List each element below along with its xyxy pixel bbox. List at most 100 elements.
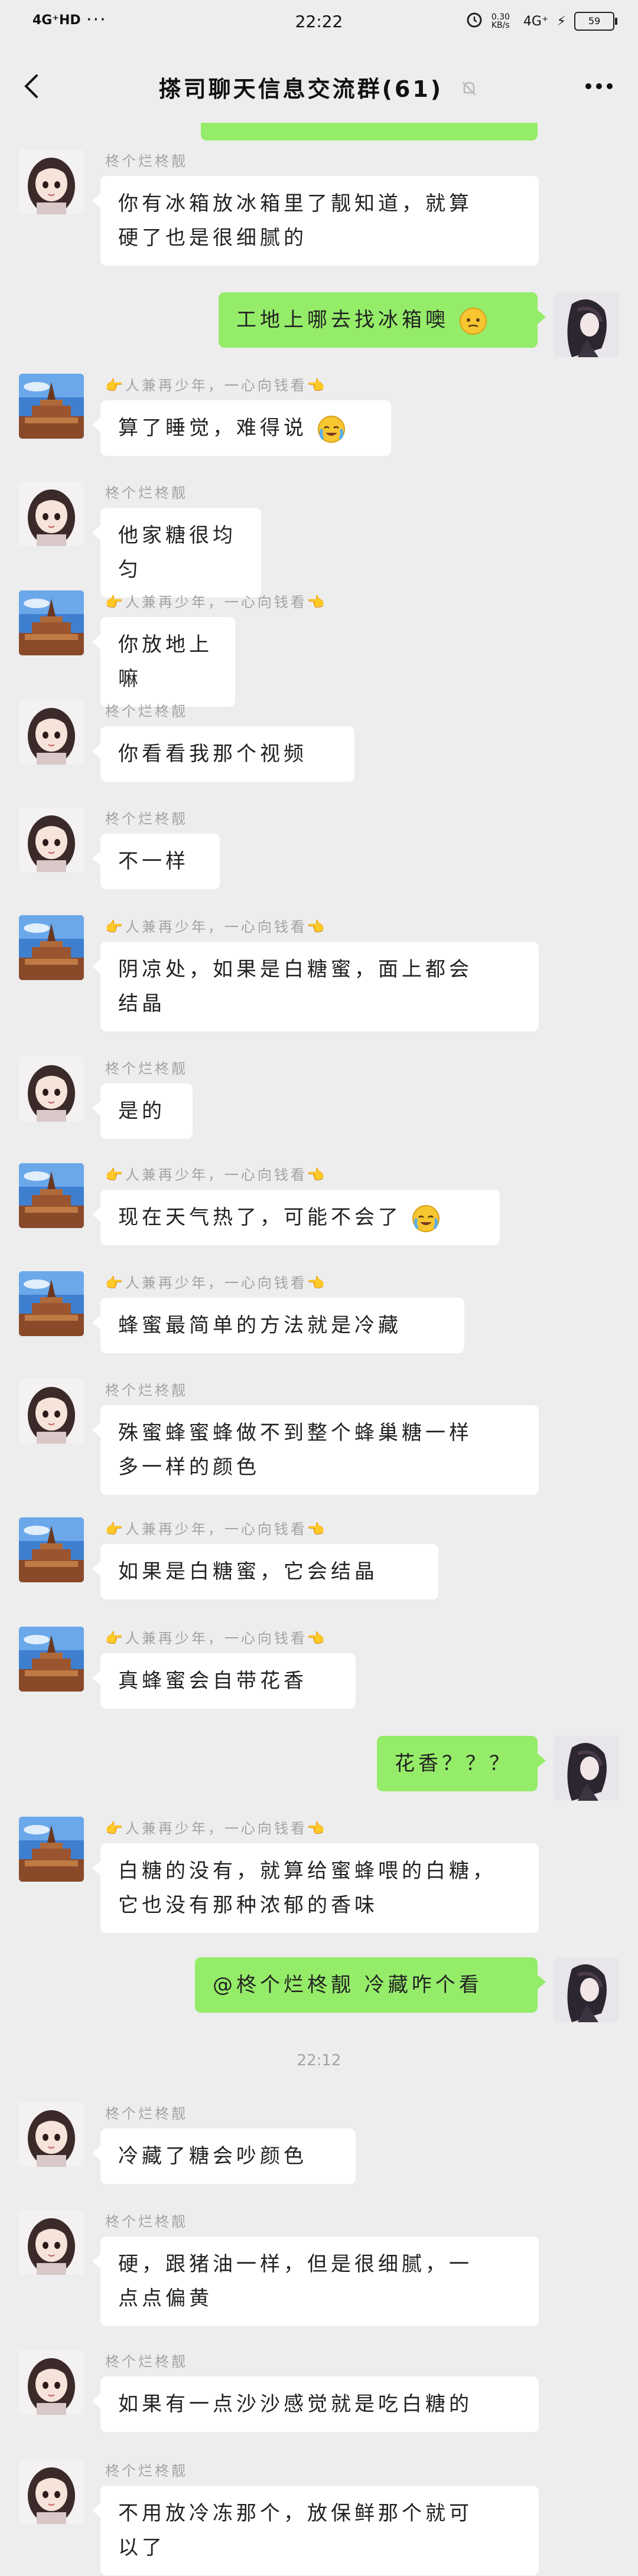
message-text: 算了睡觉，难得说 — [118, 416, 307, 440]
message-bubble[interactable]: 现在天气热了，可能不会了 — [92, 1190, 500, 1245]
signal-indicator: 4G⁺ — [523, 14, 549, 29]
avatar[interactable] — [19, 2102, 84, 2167]
message-text: 如果有一点沙沙感觉就是吃白糖的 — [118, 2392, 473, 2416]
message-text: 他家糖很均匀 — [118, 524, 236, 582]
avatar[interactable] — [19, 2210, 84, 2275]
message-text: 是的 — [118, 1099, 165, 1123]
avatar[interactable] — [19, 1379, 84, 1444]
sender-name: 👉人兼再少年，一心向钱看👈 — [105, 594, 327, 610]
message-text: 你放地上嘛 — [118, 633, 213, 691]
sender-name: 👉人兼再少年，一心向钱看👈 — [105, 1820, 327, 1837]
message-text: 不用放冷冻那个，放保鲜那个就可 — [118, 2502, 473, 2525]
alarm-icon — [466, 11, 483, 32]
message-bubble[interactable]: 是的 — [92, 1083, 193, 1139]
sender-name: 柊个烂柊靓 — [105, 2463, 188, 2479]
message-text: 它也没有那种浓郁的香味 — [118, 1893, 378, 1917]
message-text: 如果是白糖蜜，它会结晶 — [118, 1560, 378, 1584]
avatar[interactable] — [19, 374, 84, 439]
avatar[interactable] — [19, 2350, 84, 2415]
message-bubble[interactable]: 硬，跟猪油一样，但是很细腻，一 点点偏黄 — [92, 2237, 539, 2326]
avatar[interactable] — [554, 1736, 619, 1801]
message-bubble[interactable]: 不用放冷冻那个，放保鲜那个就可 以了 — [92, 2486, 539, 2575]
message-text: 不一样 — [118, 850, 189, 873]
message-text: 阴凉处，如果是白糖蜜，面上都会 — [118, 958, 473, 981]
avatar[interactable] — [19, 1517, 84, 1582]
message-bubble[interactable]: 真蜂蜜会自带花香 — [92, 1653, 356, 1709]
message-text: 冷藏了糖会吵颜色 — [118, 2144, 307, 2168]
message-text: 你看看我那个视频 — [118, 742, 307, 766]
message-text: 现在天气热了，可能不会了 — [118, 1206, 402, 1229]
message-text: 点点偏黄 — [118, 2287, 213, 2310]
avatar[interactable] — [19, 481, 84, 546]
message-bubble[interactable]: 花香？？？ — [377, 1736, 546, 1791]
worried-emoji-icon — [459, 307, 487, 335]
sender-name: 👉人兼再少年，一心向钱看👈 — [105, 919, 327, 935]
avatar[interactable] — [19, 1057, 84, 1122]
message-text: 多一样的颜色 — [118, 1455, 260, 1479]
message-bubble[interactable]: 如果是白糖蜜，它会结晶 — [92, 1544, 438, 1599]
message-text: 硬了也是很细腻的 — [118, 226, 307, 250]
message-bubble[interactable]: 你有冰箱放冰箱里了靓知道，就算 硬了也是很细腻的 — [92, 176, 539, 266]
message-bubble[interactable]: 你看看我那个视频 — [92, 726, 354, 782]
charging-icon: ⚡ — [556, 14, 566, 29]
message-bubble[interactable]: 殊蜜蜂蜜蜂做不到整个蜂巢糖一样 多一样的颜色 — [92, 1405, 539, 1495]
sender-name: 柊个烂柊靓 — [105, 485, 188, 501]
avatar[interactable] — [19, 915, 84, 980]
sender-name: 柊个烂柊靓 — [105, 2105, 188, 2122]
message-bubble[interactable]: @柊个烂柊靓 冷藏咋个看 — [195, 1957, 546, 2013]
sender-name: 柊个烂柊靓 — [105, 2213, 188, 2230]
message-bubble[interactable]: 阴凉处，如果是白糖蜜，面上都会 结晶 — [92, 942, 539, 1031]
message-text: 殊蜜蜂蜜蜂做不到整个蜂巢糖一样 — [118, 1421, 473, 1445]
avatar[interactable] — [19, 1271, 84, 1336]
avatar[interactable] — [19, 700, 84, 765]
avatar[interactable] — [19, 1163, 84, 1228]
sender-name: 柊个烂柊靓 — [105, 1382, 188, 1399]
message-text: 硬，跟猪油一样，但是很细腻，一 — [118, 2252, 473, 2276]
more-button[interactable] — [581, 70, 617, 103]
message-bubble[interactable]: 白糖的没有，就算给蜜蜂喂的白糖， 它也没有那种浓郁的香味 — [92, 1843, 539, 1933]
message-text: 花香？？？ — [395, 1752, 513, 1775]
message-text: 白糖的没有，就算给蜜蜂喂的白糖， — [118, 1859, 496, 1883]
message-text: 蜂蜜最简单的方法就是冷藏 — [118, 1314, 402, 1337]
message-bubble[interactable]: 他家糖很均匀 — [92, 508, 261, 598]
chat-header: 搽司聊天信息交流群(61) — [0, 47, 638, 127]
message-bubble[interactable]: 如果有一点沙沙感觉就是吃白糖的 — [92, 2376, 539, 2432]
avatar[interactable] — [19, 590, 84, 655]
avatar[interactable] — [19, 1817, 84, 1882]
chat-title: 搽司聊天信息交流群(61) — [0, 71, 638, 104]
sender-name: 👉人兼再少年，一心向钱看👈 — [105, 377, 327, 394]
avatar[interactable] — [19, 2459, 84, 2524]
avatar[interactable] — [19, 1627, 84, 1692]
message-bubble[interactable]: 你放地上嘛 — [92, 617, 235, 707]
sender-name: 柊个烂柊靓 — [105, 811, 188, 827]
message-text: 工地上哪去找冰箱噢 — [236, 308, 449, 332]
sender-name: 👉人兼再少年，一心向钱看👈 — [105, 1630, 327, 1647]
laugh-cry-emoji-icon — [317, 415, 346, 443]
avatar[interactable] — [19, 149, 84, 214]
avatar[interactable] — [19, 807, 84, 872]
previous-bubble-edge — [201, 123, 538, 141]
avatar[interactable] — [554, 1957, 619, 2022]
battery-icon: 59 — [574, 12, 617, 31]
message-text: 真蜂蜜会自带花香 — [118, 1669, 307, 1693]
message-bubble[interactable]: 工地上哪去找冰箱噢 — [219, 292, 546, 348]
status-bar: 4G⁺HD ··· 22:22 0.30 KB/s 4G⁺ ⚡ 59 — [0, 0, 638, 47]
message-text: 以了 — [118, 2536, 165, 2559]
more-dots-icon — [585, 83, 613, 89]
sender-name: 👉人兼再少年，一心向钱看👈 — [105, 1521, 327, 1537]
message-bubble[interactable]: 蜂蜜最简单的方法就是冷藏 — [92, 1298, 464, 1353]
sender-name: 柊个烂柊靓 — [105, 153, 188, 169]
message-text: @柊个烂柊靓 冷藏咋个看 — [213, 1973, 483, 1997]
chat-title-text: 搽司聊天信息交流群(61) — [158, 76, 444, 102]
sender-name: 柊个烂柊靓 — [105, 703, 188, 720]
message-text: 你有冰箱放冰箱里了靓知道，就算 — [118, 192, 473, 216]
message-text: 结晶 — [118, 992, 165, 1016]
sender-name: 柊个烂柊靓 — [105, 2353, 188, 2370]
message-bubble[interactable]: 算了睡觉，难得说 — [92, 400, 391, 456]
message-bubble[interactable]: 冷藏了糖会吵颜色 — [92, 2128, 356, 2184]
net-speed: 0.30 KB/s — [491, 12, 510, 30]
message-bubble[interactable]: 不一样 — [92, 834, 220, 889]
avatar[interactable] — [554, 292, 619, 357]
sender-name: 👉人兼再少年，一心向钱看👈 — [105, 1275, 327, 1291]
sender-name: 柊个烂柊靓 — [105, 1060, 188, 1077]
